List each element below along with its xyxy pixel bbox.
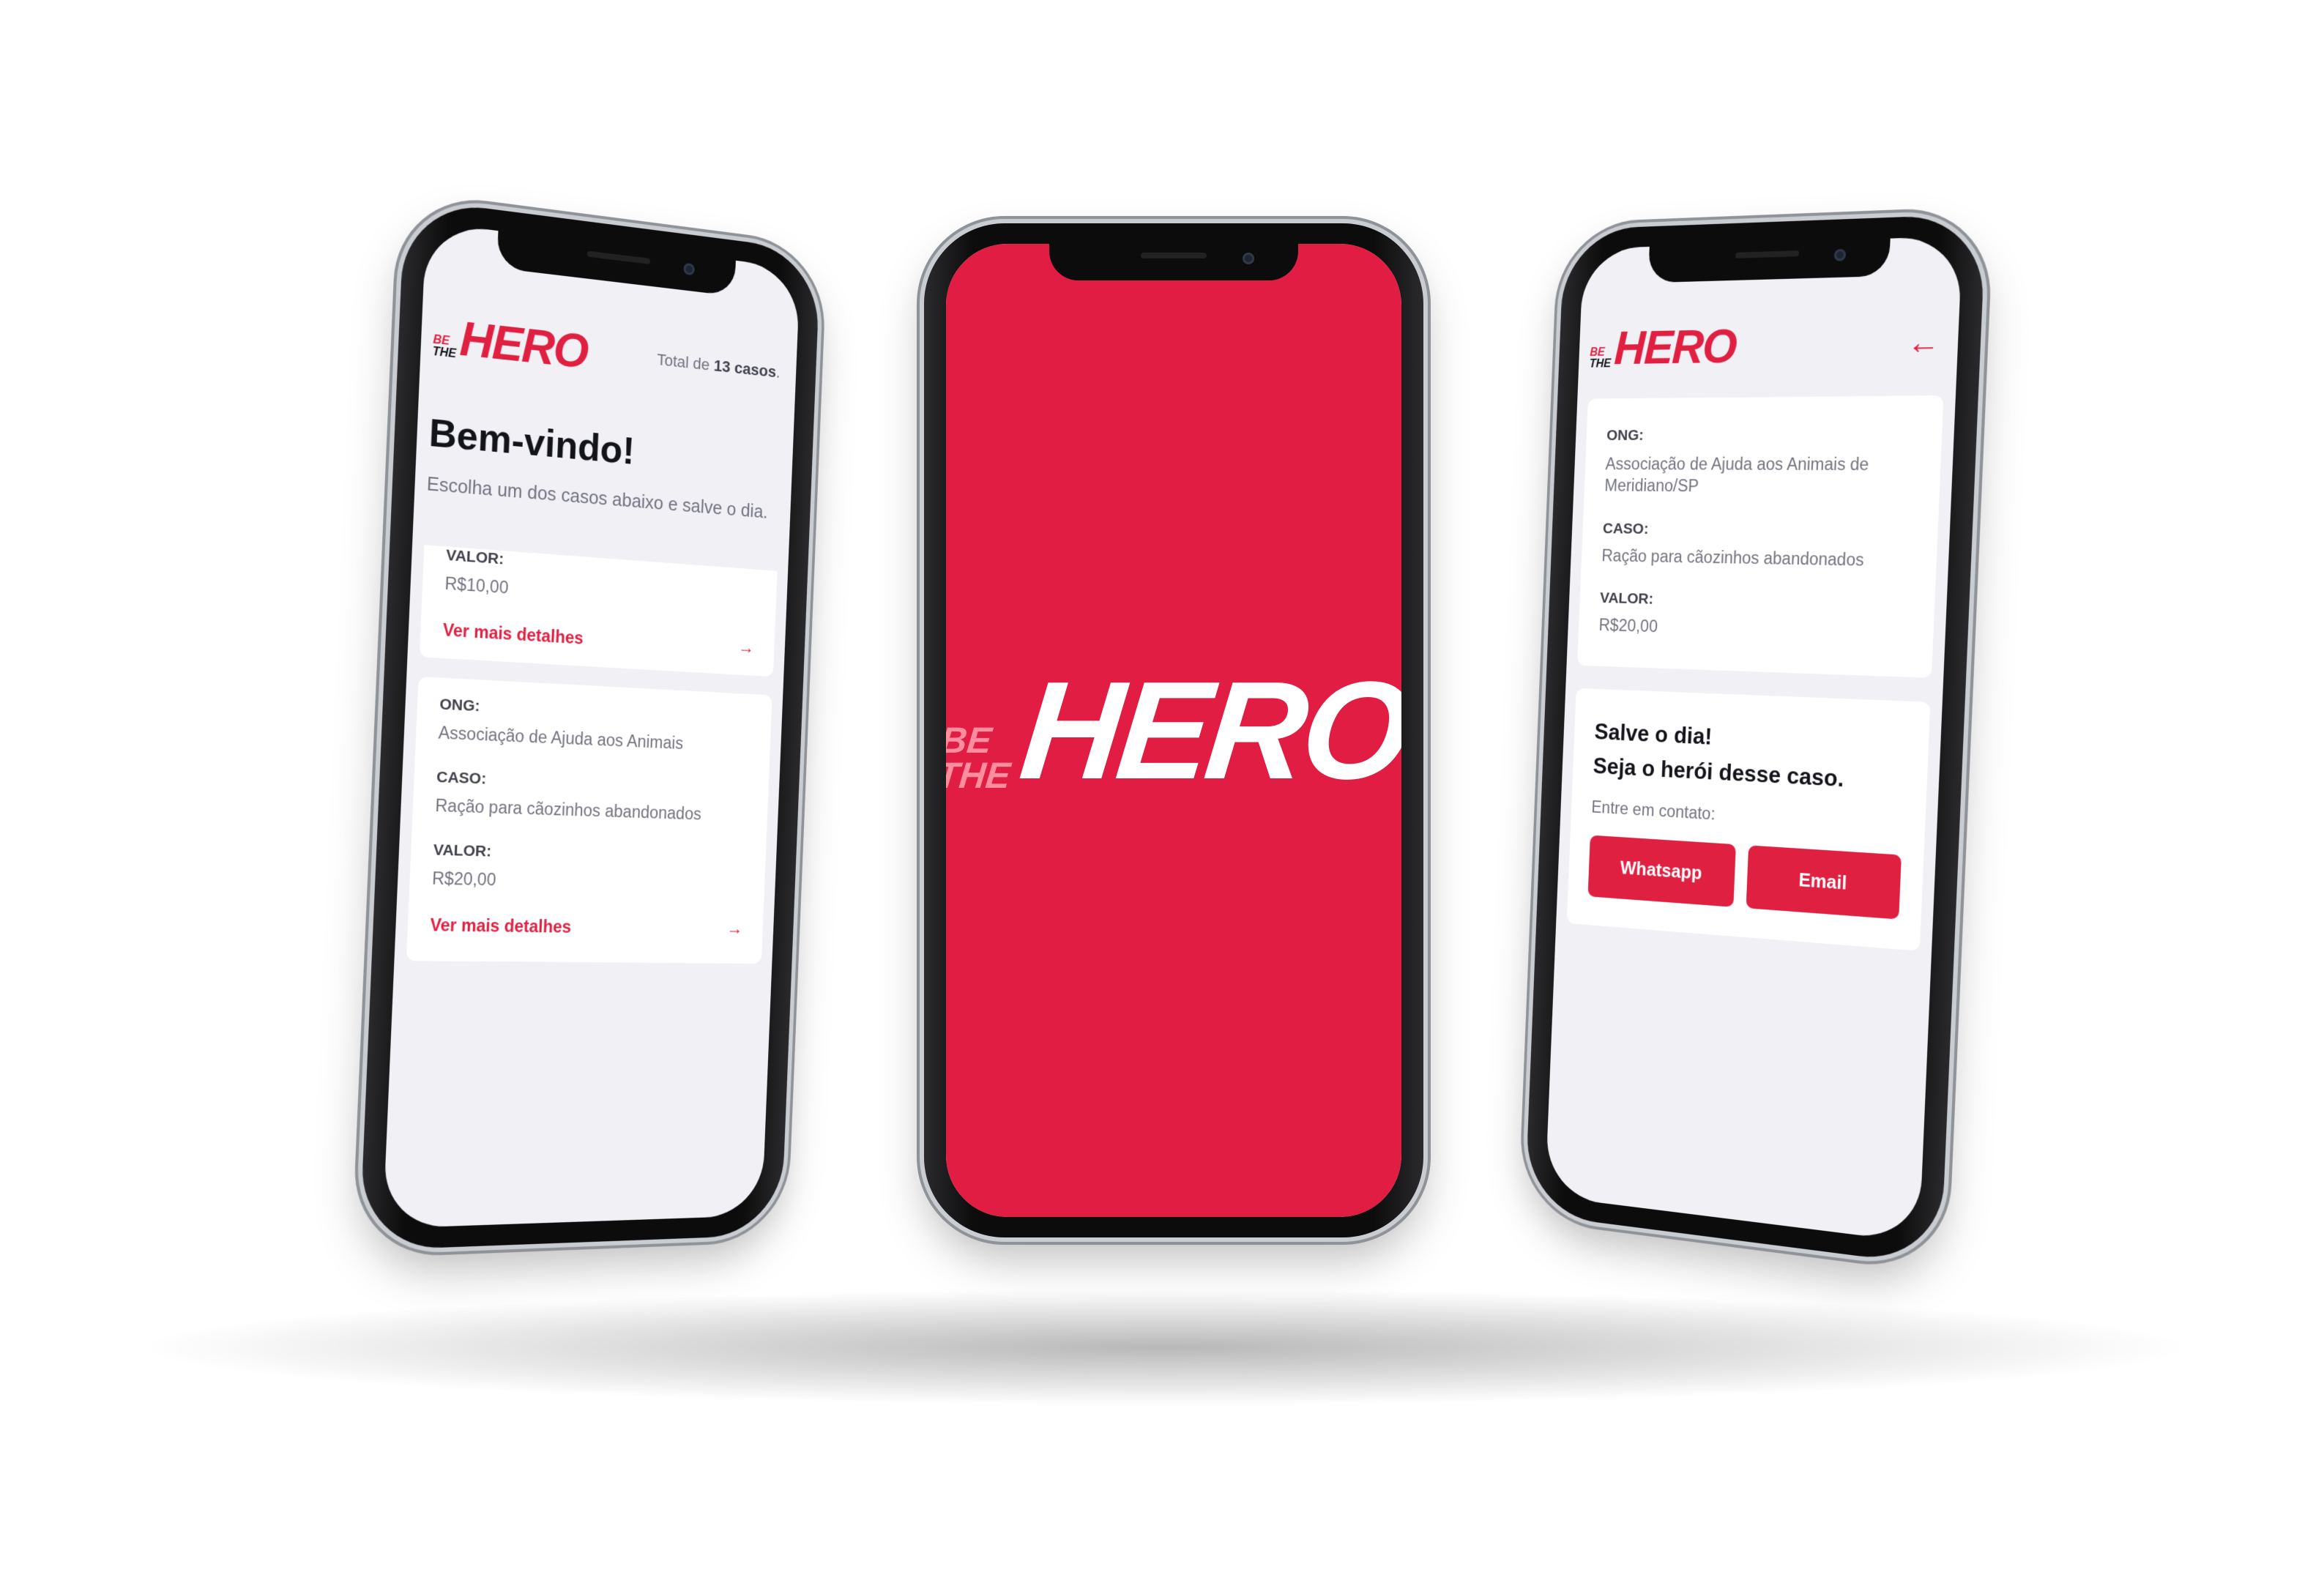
phone-detail-screen: BE THE HERO ← ONG: Associação de Ajuda a…	[1524, 214, 1986, 1267]
arrow-right-icon: →	[726, 919, 743, 939]
speaker	[1141, 253, 1207, 258]
contact-card: Salve o dia! Seja o herói desse caso. En…	[1567, 688, 1931, 951]
logo-the: THE	[1589, 358, 1611, 370]
splash-logo: BE THE HERO	[946, 669, 1401, 793]
total-prefix: Total de	[657, 350, 715, 374]
caso-label: CASO:	[1603, 521, 1916, 542]
camera	[1243, 253, 1254, 264]
splash-logo-the: THE	[946, 758, 1012, 793]
phone-splash-screen: BE THE HERO	[924, 223, 1423, 1237]
total-cases: Total de 13 casos.	[657, 350, 781, 381]
total-suffix: .	[775, 363, 781, 381]
list-screen: BE THE HERO Total de 13 casos. Bem-vindo…	[383, 222, 800, 1229]
details-label: Ver mais detalhes	[430, 915, 572, 937]
caso-label: CASO:	[436, 769, 749, 798]
splash-logo-hero: HERO	[1016, 669, 1401, 793]
caso-value: Ração para cãozinhos abandonados	[435, 795, 748, 825]
valor-value: R$20,00	[1598, 615, 1911, 644]
arrow-left-icon[interactable]: ←	[1907, 324, 1941, 362]
app-logo: BE THE HERO	[1589, 324, 1736, 371]
phone-list-screen: BE THE HERO Total de 13 casos. Bem-vindo…	[359, 198, 821, 1251]
valor-label: VALOR:	[1600, 589, 1913, 614]
speaker	[586, 250, 649, 264]
ong-label: ONG:	[1606, 426, 1920, 444]
logo-small-text: BE THE	[432, 334, 457, 360]
power-button	[1425, 458, 1431, 582]
volume-down-button	[917, 538, 923, 626]
incident-card: VALOR: R$10,00 Ver mais detalhes →	[420, 545, 778, 677]
incident-list[interactable]: VALOR: R$10,00 Ver mais detalhes → ONG: …	[394, 544, 788, 964]
email-button[interactable]: Email	[1746, 845, 1902, 919]
logo-small-text: BE THE	[1589, 347, 1612, 371]
speaker	[1735, 250, 1798, 258]
total-count: 13 casos	[713, 357, 776, 381]
details-link[interactable]: Ver mais detalhes →	[430, 915, 743, 939]
logo-the: THE	[432, 346, 456, 361]
ong-value: Associação de Ajuda aos Animais	[438, 723, 751, 756]
detail-screen: BE THE HERO ← ONG: Associação de Ajuda a…	[1545, 236, 1962, 1243]
arrow-right-icon: →	[737, 638, 754, 659]
ong-label: ONG:	[439, 696, 752, 729]
mute-switch	[917, 355, 923, 399]
ong-value: Associação de Ajuda aos Animais de Merid…	[1604, 453, 1919, 499]
notch	[1647, 239, 1890, 283]
contact-actions: Whatsapp Email	[1587, 835, 1901, 920]
notch	[1049, 244, 1298, 280]
camera	[683, 263, 695, 276]
caso-value: Ração para cãozinhos abandonados	[1601, 546, 1915, 571]
contact-subtitle: Entre em contato:	[1591, 797, 1903, 835]
logo-hero: HERO	[1613, 324, 1736, 370]
details-label: Ver mais detalhes	[442, 619, 584, 648]
incident-detail-card: ONG: Associação de Ajuda aos Animais de …	[1577, 395, 1944, 678]
volume-up-button	[917, 436, 923, 524]
mute-switch	[387, 393, 395, 439]
splash-logo-be: BE	[946, 723, 1016, 758]
camera	[1833, 249, 1846, 261]
details-link[interactable]: Ver mais detalhes →	[442, 619, 754, 659]
valor-value: R$20,00	[432, 868, 745, 895]
incident-card: ONG: Associação de Ajuda aos Animais CAS…	[406, 677, 772, 964]
logo-be: BE	[1590, 347, 1612, 359]
splash-screen: BE THE HERO	[946, 244, 1401, 1217]
whatsapp-button[interactable]: Whatsapp	[1587, 835, 1735, 907]
app-logo: BE THE HERO	[432, 313, 588, 374]
valor-label: VALOR:	[433, 841, 745, 867]
splash-background: BE THE HERO	[946, 244, 1401, 1217]
welcome-title: Bem-vindo!	[428, 411, 794, 488]
logo-hero: HERO	[459, 316, 589, 374]
floor-shadow	[132, 1289, 2197, 1406]
splash-logo-small: BE THE	[946, 723, 1016, 793]
